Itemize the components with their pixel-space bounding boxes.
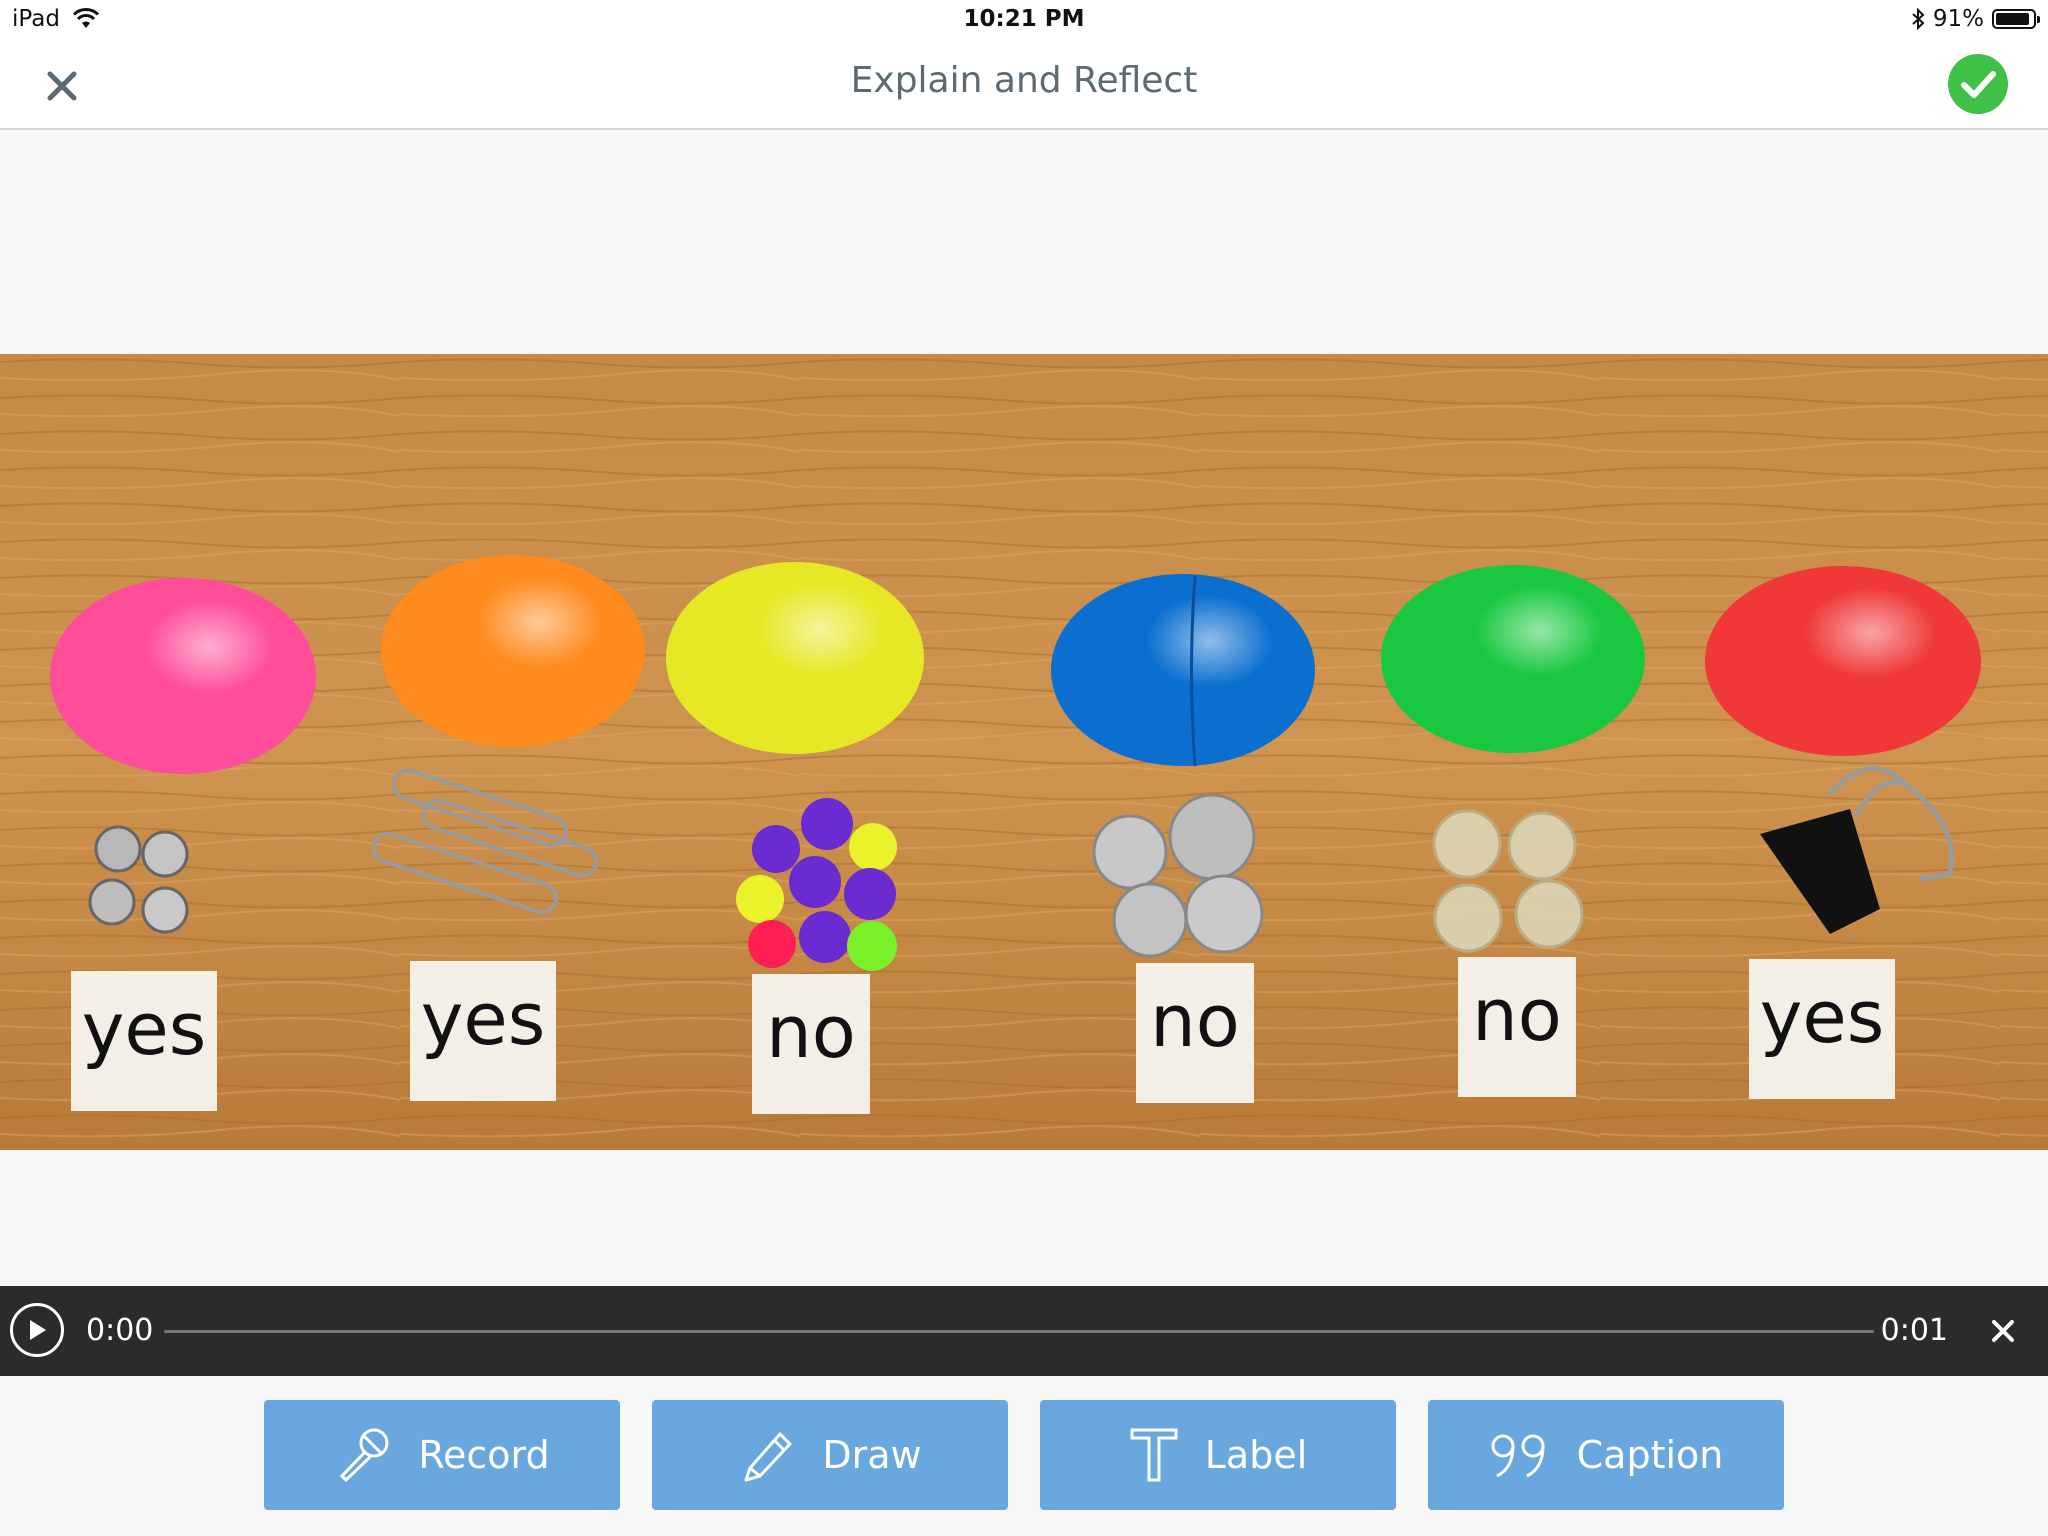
play-button[interactable] [10,1303,64,1357]
record-button[interactable]: Record [264,1400,620,1510]
label-text: yes [82,987,206,1071]
label-card: no [752,974,870,1114]
status-right: 91% [1911,6,2040,32]
quote-icon [1491,1434,1545,1478]
current-time: 0:00 [86,1313,154,1348]
done-button[interactable] [1948,54,2008,114]
progress-track[interactable] [164,1330,1874,1333]
battery-percent: 91% [1932,6,1984,32]
battery-level [1996,13,2029,25]
egg-green [1381,565,1645,753]
play-icon [30,1320,46,1340]
audio-player: 0:00 0:01 [0,1286,2048,1376]
egg-pink [50,578,316,774]
label-text: no [766,990,856,1074]
egg-yellow [666,562,924,754]
battery-icon [1992,9,2040,29]
photo: yes yes no no no yes [0,354,2048,1150]
label-card: yes [1749,959,1895,1099]
pencil-icon [744,1432,792,1482]
label-text: yes [1760,975,1884,1059]
label-label: Label [1204,1433,1308,1477]
label-card: no [1136,963,1254,1103]
draw-button[interactable]: Draw [652,1400,1008,1510]
checkmark-icon [1961,71,1996,98]
egg-orange [381,555,645,747]
label-text: yes [421,977,545,1061]
bluetooth-icon [1912,8,1925,30]
draw-label: Draw [822,1433,922,1477]
label-text: no [1472,973,1562,1057]
record-label: Record [418,1433,550,1477]
page-title: Explain and Reflect [850,60,1198,101]
wood-grain [0,354,2048,1150]
duration: 0:01 [1880,1313,1948,1348]
status-time: 10:21 PM [963,6,1085,32]
caption-label: Caption [1576,1433,1724,1477]
navigation-bar: Explain and Reflect [0,42,2048,130]
label-card: no [1458,957,1576,1097]
microphone-icon [340,1428,389,1483]
remove-audio-button[interactable] [1988,1316,2018,1346]
caption-button[interactable]: Caption [1428,1400,1784,1510]
close-icon [1992,1320,2014,1342]
label-button[interactable]: Label [1040,1400,1396,1510]
egg-blue [1051,574,1315,767]
label-text: no [1150,979,1240,1063]
label-card: yes [410,961,556,1101]
label-card: yes [71,971,217,1111]
bottom-toolbar: Record Draw Label Caption [0,1376,2048,1536]
status-bar: iPad 10:21 PM 91% [0,0,2048,42]
text-icon [1130,1428,1178,1482]
egg-red [1705,566,1981,756]
